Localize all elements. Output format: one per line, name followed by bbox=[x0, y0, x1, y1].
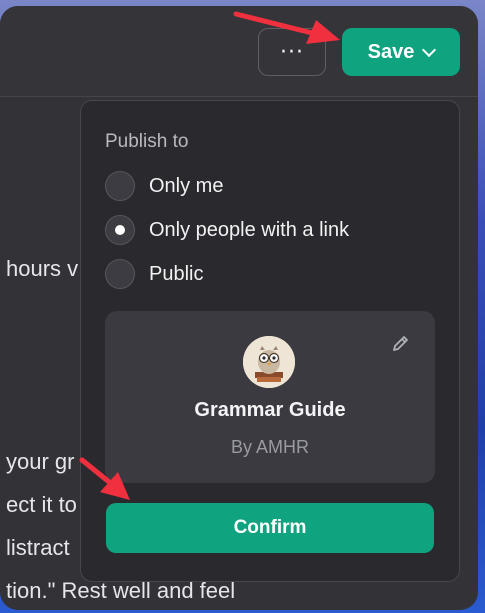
gpt-author: By AMHR bbox=[230, 437, 309, 457]
editor-window: ··· Save hours v your gr ect it to listr… bbox=[0, 6, 478, 610]
publish-heading: Publish to bbox=[105, 131, 189, 152]
background-text-line: ect it to bbox=[6, 492, 77, 517]
radio-button-selected[interactable] bbox=[105, 215, 135, 245]
gpt-avatar bbox=[243, 336, 295, 388]
chevron-down-icon bbox=[422, 42, 437, 57]
radio-option-label: Only people with a link bbox=[149, 218, 350, 241]
gpt-preview-card: Grammar Guide By AMHR bbox=[105, 311, 435, 483]
pencil-icon[interactable] bbox=[391, 333, 411, 358]
radio-button[interactable] bbox=[105, 259, 135, 289]
publish-popover: Publish to Only me Only people with a li… bbox=[80, 100, 460, 582]
radio-option-public[interactable]: Public bbox=[105, 259, 203, 289]
background-text-line: your gr bbox=[6, 449, 75, 474]
radio-dot bbox=[115, 225, 125, 235]
confirm-button[interactable]: Confirm bbox=[106, 503, 434, 553]
gpt-name: Grammar Guide bbox=[194, 399, 346, 421]
radio-option-label: Only me bbox=[149, 174, 224, 197]
radio-option-link[interactable]: Only people with a link bbox=[105, 215, 349, 245]
save-button[interactable]: Save bbox=[342, 28, 460, 76]
background-text-line: listract bbox=[6, 535, 70, 560]
top-bar: ··· Save bbox=[0, 6, 478, 97]
save-button-label: Save bbox=[367, 40, 415, 63]
radio-button[interactable] bbox=[105, 171, 135, 201]
radio-option-only-me[interactable]: Only me bbox=[105, 171, 223, 201]
radio-option-label: Public bbox=[149, 262, 204, 285]
more-options-button[interactable]: ··· bbox=[258, 28, 326, 76]
background-text-line: hours v bbox=[6, 256, 79, 281]
